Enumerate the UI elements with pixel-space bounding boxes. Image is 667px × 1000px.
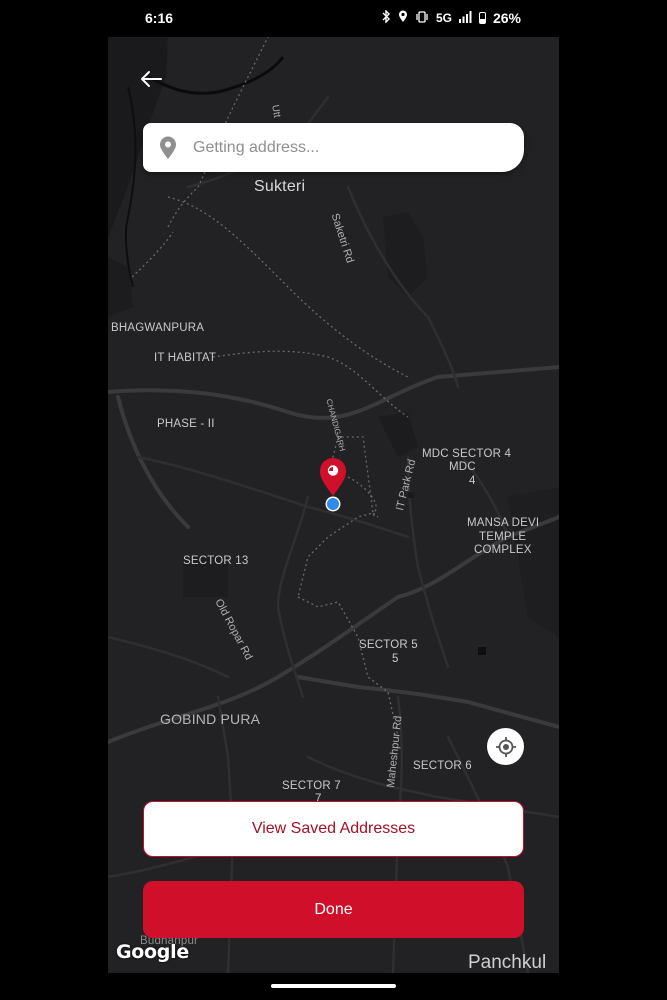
network-type-label: 5G [435,11,452,25]
battery-icon [478,12,486,24]
back-button[interactable] [138,66,164,92]
map-label-phase-ii: PHASE - II [157,418,215,430]
view-saved-addresses-button[interactable]: View Saved Addresses [143,801,524,857]
crosshair-icon [495,736,516,757]
home-indicator[interactable] [271,984,396,988]
vibrate-icon [415,10,429,26]
map-label-sector-7: SECTOR 7 [282,780,341,792]
map-label-sector-5: SECTOR 5 [359,639,418,651]
arrow-left-icon [141,71,162,87]
map-label-sukteri: Sukteri [254,178,306,195]
map-label-bhagwanpura: BHAGWANPURA [111,322,205,334]
map-label-mdc-sector-4: MDC SECTOR 4 [422,448,512,460]
google-attribution: Google [116,941,189,963]
map-pin-icon [160,136,176,159]
battery-percent: 26% [492,10,521,26]
done-button[interactable]: Done [143,881,524,938]
bluetooth-icon [381,9,391,26]
map-label-sector-6: SECTOR 6 [413,760,472,772]
status-bar: 6:16 5G 26% [0,0,667,36]
current-location-dot-icon [325,496,341,512]
map-label-panchkula: Panchkul [468,952,547,973]
map-label-sector-5-num: 5 [392,653,399,665]
address-search-box[interactable] [143,123,524,172]
map-label-mansa-devi: MANSA DEVI [467,517,540,529]
map-label-mdc: MDC [449,461,476,473]
map-label-temple: TEMPLE [479,531,527,543]
status-time: 6:16 [145,10,174,26]
map-label-it-habitat: IT HABITAT [154,352,217,364]
address-search-input[interactable] [191,137,495,158]
map-label-mdc-num: 4 [469,475,476,487]
map-label-complex: COMPLEX [474,544,532,556]
road-label-utt: Utt [269,104,283,119]
map-label-sector-13: SECTOR 13 [183,555,249,567]
status-icons: 5G 26% [381,9,521,26]
location-pin-icon [320,458,346,496]
map-label-gobind-pura: GOBIND PURA [160,711,261,727]
location-status-icon [398,10,408,26]
my-location-button[interactable] [487,728,524,765]
signal-icon [458,10,472,26]
